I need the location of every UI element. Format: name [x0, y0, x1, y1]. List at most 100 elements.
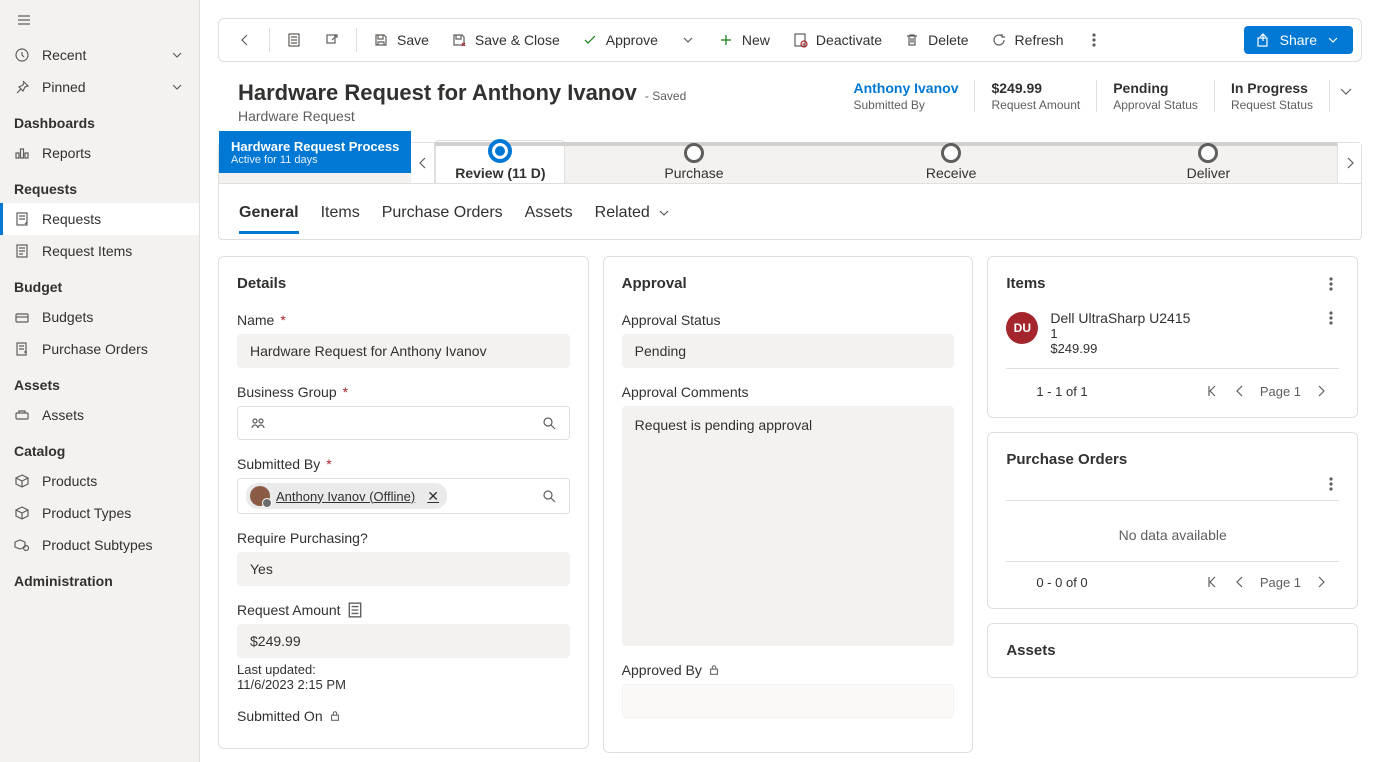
page-next-icon[interactable] [1313, 383, 1329, 399]
approved-by-label: Approved By [622, 662, 955, 678]
tab-purchase-orders[interactable]: Purchase Orders [382, 190, 503, 234]
page-prev-icon[interactable] [1232, 574, 1248, 590]
tab-label: Items [321, 204, 360, 222]
approval-comments-field[interactable]: Request is pending approval [622, 406, 955, 646]
pager-page: Page 1 [1260, 575, 1301, 590]
sidebar-item-purchase-orders[interactable]: Purchase Orders [0, 333, 199, 365]
request-amount-label: Request Amount [237, 602, 570, 618]
hamburger-menu[interactable] [0, 0, 199, 39]
approve-button[interactable]: Approve [572, 26, 668, 54]
page-prev-icon[interactable] [1232, 383, 1248, 399]
require-purchasing-field[interactable]: Yes [237, 552, 570, 586]
process-label[interactable]: Hardware Request Process Active for 11 d… [219, 131, 411, 173]
more-vertical-icon[interactable] [1323, 276, 1339, 292]
sidebar-heading-budget: Budget [0, 267, 199, 301]
sidebar-item-budgets[interactable]: Budgets [0, 301, 199, 333]
require-purchasing-label: Require Purchasing? [237, 530, 570, 546]
stat-submitted-by[interactable]: Anthony Ivanov Submitted By [837, 80, 975, 112]
business-group-field[interactable] [237, 406, 570, 440]
search-icon[interactable] [541, 415, 557, 431]
sidebar-item-assets[interactable]: Assets [0, 399, 199, 431]
approve-dropdown[interactable] [670, 26, 706, 54]
share-button[interactable]: Share [1244, 26, 1353, 54]
delete-label: Delete [928, 32, 968, 48]
products-icon [14, 473, 30, 489]
sidebar-item-requests[interactable]: Requests [0, 203, 199, 235]
sidebar-item-label: Assets [42, 407, 84, 423]
chevron-down-icon [169, 79, 185, 95]
stage-dot [488, 139, 512, 163]
assets-icon [14, 407, 30, 423]
name-field[interactable]: Hardware Request for Anthony Ivanov [237, 334, 570, 368]
sidebar-heading-catalog: Catalog [0, 431, 199, 465]
save-close-button[interactable]: Save & Close [441, 26, 570, 54]
new-label: New [742, 32, 770, 48]
refresh-button[interactable]: Refresh [981, 26, 1074, 54]
new-button[interactable]: New [708, 26, 780, 54]
save-button[interactable]: Save [363, 26, 439, 54]
user-pill[interactable]: Anthony Ivanov (Offline) ✕ [246, 483, 447, 509]
submitted-by-field[interactable]: Anthony Ivanov (Offline) ✕ [237, 478, 570, 514]
process-next-button[interactable] [1337, 143, 1361, 183]
refresh-icon [991, 32, 1007, 48]
command-bar: Save Save & Close Approve New Deactivate… [218, 18, 1362, 62]
page-next-icon[interactable] [1313, 574, 1329, 590]
divider [356, 28, 357, 52]
popout-button[interactable] [314, 26, 350, 54]
tab-label: Related [595, 204, 650, 222]
process-prev-button[interactable] [411, 143, 435, 183]
sidebar-item-label: Purchase Orders [42, 341, 148, 357]
submitted-by-label: Submitted By * [237, 456, 570, 472]
tab-label: Purchase Orders [382, 204, 503, 222]
overflow-button[interactable] [1076, 26, 1112, 54]
sidebar-item-products[interactable]: Products [0, 465, 199, 497]
remove-pill-button[interactable]: ✕ [427, 488, 439, 505]
sidebar-item-product-types[interactable]: Product Types [0, 497, 199, 529]
more-vertical-icon[interactable] [1323, 476, 1339, 492]
sidebar-item-reports[interactable]: Reports [0, 137, 199, 169]
open-record-button[interactable] [276, 26, 312, 54]
pager-page: Page 1 [1260, 384, 1301, 399]
list-item[interactable]: DU Dell UltraSharp U2415 1 $249.99 [1006, 310, 1339, 369]
deactivate-button[interactable]: Deactivate [782, 26, 892, 54]
stat-value[interactable]: Anthony Ivanov [853, 80, 958, 96]
delete-button[interactable]: Delete [894, 26, 978, 54]
approval-status-label: Approval Status [622, 312, 955, 328]
sidebar-recent[interactable]: Recent [0, 39, 199, 71]
budgets-icon [14, 309, 30, 325]
back-button[interactable] [227, 26, 263, 54]
approval-status-field[interactable]: Pending [622, 334, 955, 368]
record-icon [286, 32, 302, 48]
more-vertical-icon[interactable] [1323, 310, 1339, 326]
tab-items[interactable]: Items [321, 190, 360, 234]
stage-purchase[interactable]: Purchase [565, 155, 822, 183]
search-icon[interactable] [541, 488, 557, 504]
po-title: Purchase Orders [1006, 451, 1127, 468]
details-heading: Details [237, 275, 570, 292]
header-expand-button[interactable] [1330, 80, 1362, 107]
stage-deliver[interactable]: Deliver [1080, 155, 1337, 183]
tab-general[interactable]: General [239, 190, 299, 234]
stage-dot [684, 143, 704, 163]
request-amount-field[interactable]: $249.99 [237, 624, 570, 658]
record-saved-label: - Saved [645, 89, 686, 103]
sidebar-item-product-subtypes[interactable]: Product Subtypes [0, 529, 199, 561]
stage-receive[interactable]: Receive [823, 155, 1080, 183]
page-first-icon[interactable] [1204, 383, 1220, 399]
items-pager: 1 - 1 of 1 Page 1 [1006, 379, 1339, 399]
page-first-icon[interactable] [1204, 574, 1220, 590]
back-icon [237, 32, 253, 48]
purchase-orders-panel: Purchase Orders No data available 0 - 0 … [987, 432, 1358, 609]
record-header: Hardware Request for Anthony Ivanov - Sa… [218, 80, 1362, 138]
sidebar-item-request-items[interactable]: Request Items [0, 235, 199, 267]
more-vertical-icon [1086, 32, 1102, 48]
stage-review[interactable]: Review (11 D) [435, 140, 565, 183]
sidebar-pinned[interactable]: Pinned [0, 71, 199, 103]
main-area: Save Save & Close Approve New Deactivate… [200, 0, 1380, 762]
tab-related[interactable]: Related [595, 190, 672, 234]
share-icon [1256, 32, 1272, 48]
tab-assets[interactable]: Assets [525, 190, 573, 234]
pager-range: 0 - 0 of 0 [1036, 575, 1087, 590]
product-types-icon [14, 505, 30, 521]
sidebar-recent-label: Recent [42, 47, 86, 63]
